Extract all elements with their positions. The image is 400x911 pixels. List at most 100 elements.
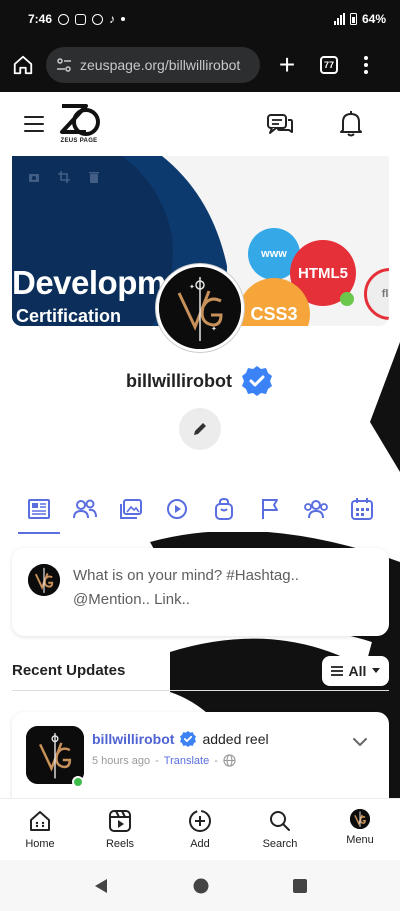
pencil-icon (194, 423, 206, 435)
calendar-icon (350, 498, 373, 520)
profile-avatar[interactable]: ✦ ✦ (156, 264, 244, 352)
signal-icon (333, 13, 345, 25)
images-icon (120, 499, 143, 519)
profile-username: billwillirobot (126, 370, 232, 391)
nav-reels[interactable]: Reels (80, 799, 160, 860)
messages-button[interactable] (266, 112, 294, 143)
tab-photos[interactable] (114, 492, 148, 526)
post-action-text: added reel (202, 731, 269, 747)
composer-placeholder[interactable]: What is on your mind? #Hashtag.. @Mentio… (73, 564, 373, 612)
tab-pages[interactable] (253, 492, 287, 526)
nav-home[interactable]: Home (0, 799, 80, 860)
flag-icon (261, 499, 278, 519)
address-bar[interactable]: zeuspage.org/billwillirobot (46, 47, 260, 83)
status-bar: 7:46 ♪ 64% (0, 0, 400, 38)
messenger-icon (92, 13, 104, 25)
system-navigation (0, 860, 400, 911)
instagram-icon (75, 13, 87, 25)
globe-icon[interactable] (223, 754, 236, 767)
nav-home-label: Home (25, 838, 55, 850)
profile-name-row: billwillirobot (0, 364, 400, 398)
home-circle-icon[interactable] (193, 878, 209, 894)
battery-icon (349, 13, 357, 25)
battery-level: 64% (361, 12, 386, 26)
tab-groups[interactable] (299, 492, 333, 526)
nav-search-label: Search (262, 838, 298, 850)
new-tab-button[interactable]: + (264, 49, 310, 81)
trash-icon[interactable] (88, 170, 100, 183)
tab-friends[interactable] (68, 492, 102, 526)
shopping-bag-icon (214, 497, 233, 520)
meta-separator-2: - (214, 754, 218, 767)
add-icon (189, 810, 211, 832)
nav-add-label: Add (190, 838, 210, 850)
camera-icon[interactable] (28, 170, 40, 182)
browser-home-button[interactable] (0, 54, 46, 76)
post-composer[interactable]: What is on your mind? #Hashtag.. @Mentio… (12, 548, 389, 636)
composer-avatar (28, 564, 60, 596)
crop-icon[interactable] (58, 170, 70, 183)
nav-menu[interactable]: Menu (320, 799, 400, 860)
tiktok-icon: ♪ (109, 12, 116, 26)
cover-subheadline: Certification (16, 306, 122, 326)
back-icon[interactable] (93, 878, 109, 894)
feed-divider (12, 690, 389, 691)
more-notifications-icon (121, 17, 126, 21)
vg-monogram-icon: ✦ ✦ (159, 267, 241, 349)
online-status-dot (72, 776, 84, 788)
post-options-button[interactable] (352, 734, 368, 752)
nav-reels-label: Reels (105, 838, 135, 850)
tab-products[interactable] (207, 492, 241, 526)
bottom-navigation: Home Reels Add Search Menu (0, 798, 400, 860)
zeus-page-logo[interactable]: ZEUS PAGE (56, 104, 102, 148)
tab-videos[interactable] (160, 492, 194, 526)
post-card: billwillirobot added reel 5 hours ago - … (12, 712, 389, 798)
verified-badge-icon (242, 366, 272, 396)
feed-filter-dropdown[interactable]: All (322, 656, 389, 686)
bell-icon (340, 111, 362, 137)
verified-badge-small-icon (180, 731, 197, 747)
tab-timeline[interactable] (18, 492, 61, 534)
profile-tabs (12, 486, 389, 534)
site-header: ZEUS PAGE (0, 92, 400, 156)
play-icon (167, 499, 188, 519)
green-dot (340, 292, 354, 306)
meta-separator: - (155, 754, 159, 767)
post-header: billwillirobot added reel (92, 730, 269, 748)
cover-tools (28, 170, 100, 183)
post-author-link[interactable]: billwillirobot (92, 731, 174, 747)
page: ZEUS PAGE Developme Certification www HT… (0, 92, 400, 798)
site-settings-icon[interactable] (56, 57, 72, 73)
newspaper-icon (28, 499, 51, 519)
users-icon (73, 499, 98, 519)
recents-icon[interactable] (293, 878, 307, 893)
svg-text:✦: ✦ (189, 283, 195, 291)
whatsapp-icon (58, 13, 70, 25)
nav-add[interactable]: Add (160, 799, 240, 860)
nav-menu-label: Menu (346, 834, 374, 846)
home-outline-icon (13, 55, 33, 75)
post-meta: 5 hours ago - Translate - (92, 754, 236, 767)
url-text: zeuspage.org/billwillirobot (80, 57, 241, 73)
group-icon (303, 500, 328, 519)
avatar-icon (350, 809, 370, 829)
svg-text:✦: ✦ (211, 325, 217, 333)
reels-icon (109, 810, 131, 832)
tab-switcher-button[interactable]: 77 (320, 56, 338, 74)
browser-toolbar: zeuspage.org/billwillirobot + 77 (0, 38, 400, 92)
chevron-down-icon (353, 738, 367, 747)
browser-menu-button[interactable] (364, 56, 368, 74)
feed-filter-label: All (348, 663, 367, 679)
clock: 7:46 (28, 12, 53, 26)
edit-profile-button[interactable] (179, 408, 221, 450)
tab-events[interactable] (345, 492, 379, 526)
translate-link[interactable]: Translate (164, 755, 209, 767)
logo-text: ZEUS PAGE (60, 138, 98, 144)
notifications-button[interactable] (338, 110, 364, 143)
nav-search[interactable]: Search (240, 799, 320, 860)
hamburger-menu-button[interactable] (24, 116, 44, 137)
caret-down-icon (372, 668, 381, 673)
zeus-logo-mark-icon (60, 104, 100, 136)
recent-updates-title: Recent Updates (12, 662, 126, 679)
post-time[interactable]: 5 hours ago (92, 755, 150, 767)
